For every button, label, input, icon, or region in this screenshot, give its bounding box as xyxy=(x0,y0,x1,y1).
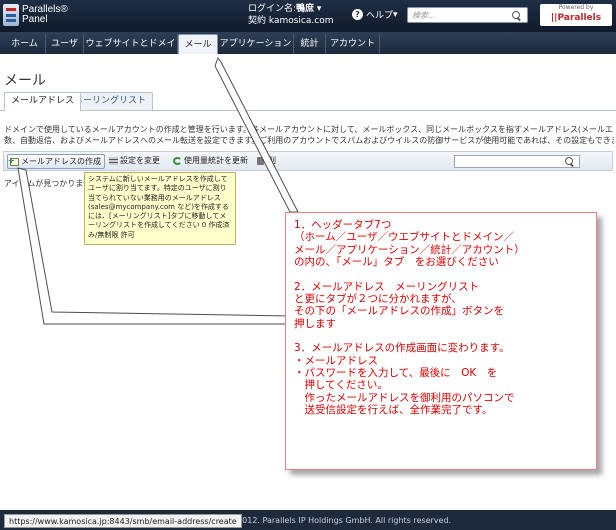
trash-icon xyxy=(257,157,264,165)
page-title: メール xyxy=(4,72,46,88)
refresh-icon xyxy=(173,157,182,165)
subtab-divider xyxy=(0,110,616,111)
callout-step2-line2: と更にタブが２つに分かれますが、 xyxy=(294,293,462,306)
delete-button[interactable]: 削 xyxy=(255,154,276,169)
help-label: ヘルプ xyxy=(366,11,394,21)
instruction-callout: 1．ヘッダータブ7つ （ホーム／ユーザ／ウエブサイトとドメイン／ メール／アプリ… xyxy=(285,212,597,470)
callout-step3-line4: 押してください。 xyxy=(294,379,388,392)
update-usage-stats-label: 使用量統計を更新 xyxy=(184,156,248,165)
browser-status-url: https://www.kamosica.jp:8443/smb/email-a… xyxy=(4,514,242,528)
copyright-text: 99-2012. Parallels IP Holdings GmbH. All… xyxy=(224,516,452,525)
change-settings-button[interactable]: 設定を変更 xyxy=(107,154,160,169)
callout-step1-line4: の内の、「メール」タブ をお選びください xyxy=(294,256,499,269)
list-search-icon[interactable] xyxy=(565,157,575,167)
callout-step3-line6: 送受信設定を行えば、全作業完了です。 xyxy=(294,404,493,417)
empty-list-message: アイテムが見つかりませ xyxy=(4,179,91,188)
tab-account[interactable]: アカウント xyxy=(326,34,380,54)
tab-applications[interactable]: アプリケーション xyxy=(218,34,294,54)
callout-step1-line1: 1．ヘッダータブ7つ xyxy=(294,219,392,231)
tab-users[interactable]: ユーザ xyxy=(46,34,84,54)
main-nav: ホーム ユーザ ウェブサイトとドメイン メール アプリケーション 統計 アカウン… xyxy=(0,32,616,69)
list-search-input[interactable] xyxy=(454,155,580,168)
subtab-email-addresses[interactable]: メールアドレス xyxy=(4,92,82,111)
logo-line-2: Panel xyxy=(22,14,48,25)
change-settings-label: 設定を変更 xyxy=(120,156,160,165)
callout-step2-line4: 押します xyxy=(294,317,336,330)
delete-label: 削 xyxy=(268,156,276,165)
description-line-1: ドメインで使用しているメールアカウントの作成と管理を行います。各メールアカウント… xyxy=(4,125,614,134)
settings-icon xyxy=(109,157,118,165)
login-user-name[interactable]: 鴨庶 xyxy=(296,4,314,14)
page-description: ドメインで使用しているメールアカウントの作成と管理を行います。各メールアカウント… xyxy=(4,124,614,146)
login-label: ログイン名: xyxy=(248,4,297,14)
add-mail-icon xyxy=(8,154,19,168)
callout-step3-line3: ・パスワードを入力して、最後に OK を xyxy=(294,367,498,380)
tab-home[interactable]: ホーム xyxy=(4,34,46,54)
parallels-logo-icon xyxy=(3,4,19,26)
login-dropdown-icon[interactable]: ▾ xyxy=(314,4,322,14)
powered-by-text: Powered by xyxy=(558,4,594,11)
contract-value: kamosica.com xyxy=(268,16,334,26)
search-icon[interactable] xyxy=(512,11,522,21)
header-search-input[interactable]: 検索... xyxy=(407,7,528,23)
tab-mail[interactable]: メール xyxy=(178,34,218,54)
help-dropdown-icon: ▾ xyxy=(393,9,398,20)
create-email-address-button[interactable]: メールアドレスの作成 xyxy=(7,154,105,169)
tab-websites-domains[interactable]: ウェブサイトとドメイン xyxy=(84,34,178,69)
top-header: Parallels® Panel ログイン名:鴨庶 ▾ 契約 kamosica.… xyxy=(0,0,616,32)
login-info: ログイン名:鴨庶 ▾ 契約 kamosica.com xyxy=(248,3,333,27)
callout-step3-line2: ・メールアドレス xyxy=(294,354,378,367)
powered-by-badge[interactable]: Powered by ||Parallels xyxy=(540,4,612,26)
contract-label: 契約 xyxy=(248,16,267,26)
tab-statistics[interactable]: 統計 xyxy=(294,34,326,54)
description-line-2: 数、自動返信、およびメールアドレスへのメール転送を設定できます。ご利用のアカウン… xyxy=(4,136,614,145)
callout-step1-line2: （ホーム／ユーザ／ウエブサイトとドメイン／ xyxy=(294,231,514,244)
update-usage-stats-button[interactable]: 使用量統計を更新 xyxy=(171,154,248,169)
create-email-address-label: メールアドレスの作成 xyxy=(21,157,101,166)
callout-step3-line1: 3．メールアドレスの作成画面に変わります。 xyxy=(294,342,510,355)
callout-step2-line3: その下の「メールアドレスの作成」ボタンを xyxy=(294,305,504,318)
callout-step2-line1: 2．メールアドレス メーリングリスト xyxy=(294,280,480,293)
callout-step3-line5: 作ったメールアドレスを御利用のパソコンで xyxy=(294,391,515,404)
callout-step1-line3: メール／アプリケーション／統計／アカウント） xyxy=(294,243,525,256)
create-button-tooltip: システムに新しいメールアドレスを作成して ユーザに割り当てます。特定のユーザに割… xyxy=(84,172,236,245)
parallels-panel-logo[interactable]: Parallels® Panel xyxy=(3,4,68,26)
parallels-brand-text: ||Parallels xyxy=(550,13,602,23)
help-menu[interactable]: ? ヘルプ ▾ xyxy=(352,8,398,21)
help-icon: ? xyxy=(352,9,363,20)
header-search-placeholder: 検索... xyxy=(412,11,436,20)
list-toolbar: メールアドレスの作成 設定を変更 使用量統計を更新 削 xyxy=(3,151,613,171)
